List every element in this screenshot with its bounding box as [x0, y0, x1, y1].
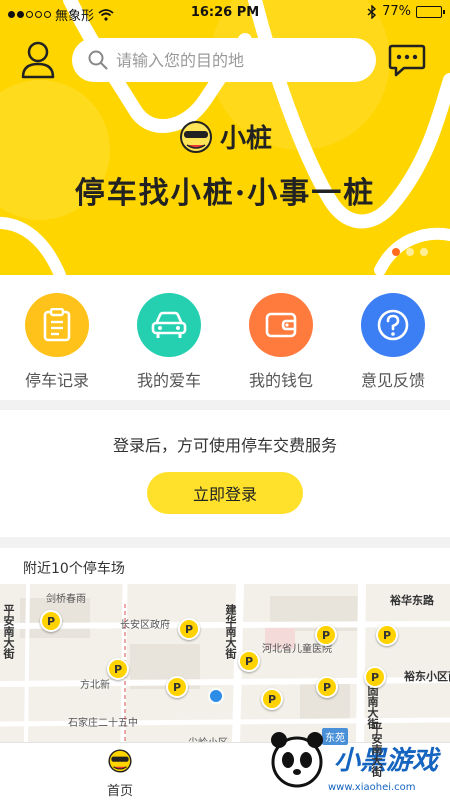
map-label: 裕东小区西: [404, 670, 450, 683]
wallet-icon: [249, 293, 313, 357]
banner-pager: [392, 248, 428, 256]
user-icon[interactable]: [20, 40, 56, 80]
menu-item-label: 停车记录: [24, 371, 89, 390]
parking-pin[interactable]: P: [238, 650, 260, 672]
pager-dot[interactable]: [392, 248, 400, 256]
search-bar[interactable]: [72, 38, 376, 82]
bluetooth-icon: [367, 4, 377, 19]
login-button[interactable]: 立即登录: [147, 472, 303, 514]
map-label: 建华南大街: [224, 604, 237, 659]
map-label: 剑桥春雨: [46, 594, 86, 605]
home-mascot-icon: [108, 749, 132, 773]
map-label: 石家庄二十五中: [68, 718, 138, 729]
pager-dot[interactable]: [420, 248, 428, 256]
parking-pin[interactable]: P: [315, 624, 337, 646]
map-label: 方北新: [80, 680, 110, 691]
car-icon: [137, 293, 201, 357]
parking-pin[interactable]: P: [261, 688, 283, 710]
brand-logo: 小桩: [178, 118, 272, 155]
banner-slogan: 停车找小桩·小事一桩: [74, 176, 376, 211]
menu-item-label: 我的钱包: [248, 371, 313, 390]
menu-item-label: 意见反馈: [360, 371, 425, 390]
login-message: 登录后，方可使用停车交费服务: [112, 436, 337, 455]
hero-banner[interactable]: 無象形 16:26 PM 77% 请输入您的目的地 小桩 停车找小桩·小事一桩: [0, 0, 450, 275]
menu-item-feedback[interactable]: 意见反馈: [337, 293, 449, 391]
parking-pin[interactable]: P: [364, 666, 386, 688]
parking-pin[interactable]: P: [40, 610, 62, 632]
nearby-parking: 附近10个停车场 剑桥春雨 长安区政府 方北新 石家庄二十五中 尖岭小区 建华南…: [0, 548, 450, 748]
parking-pin[interactable]: P: [376, 624, 398, 646]
current-location-marker: [208, 688, 224, 704]
watermark-brand: 小黑游戏: [334, 746, 439, 776]
parking-pin[interactable]: P: [107, 658, 129, 680]
parking-pin[interactable]: P: [178, 618, 200, 640]
search-input[interactable]: [116, 50, 356, 70]
login-panel: 登录后，方可使用停车交费服务 立即登录: [0, 410, 450, 537]
battery-percent: 77%: [382, 4, 411, 19]
question-icon: [361, 293, 425, 357]
parking-pin[interactable]: P: [316, 676, 338, 698]
quick-menu: 停车记录 我的爱车 我的钱包 意见反馈: [0, 275, 450, 400]
map-label: 长安区政府: [120, 620, 170, 631]
map-label: 平安南大街: [2, 604, 15, 659]
map-label: 裕华东路: [390, 594, 434, 607]
menu-item-my-car[interactable]: 我的爱车: [113, 293, 225, 391]
map-label: 平安南大街: [370, 722, 383, 777]
parking-map[interactable]: 剑桥春雨 长安区政府 方北新 石家庄二十五中 尖岭小区 建华南大街 河北省儿童医…: [0, 584, 450, 744]
nearby-title: 附近10个停车场: [23, 561, 125, 577]
menu-item-parking-record[interactable]: 停车记录: [1, 293, 113, 391]
message-icon[interactable]: [388, 42, 426, 78]
parking-pin[interactable]: P: [166, 676, 188, 698]
tab-home[interactable]: 首页: [95, 748, 145, 799]
clipboard-icon: [25, 293, 89, 357]
watermark-url: www.xiaohei.com: [328, 782, 416, 793]
status-bar: 無象形 16:26 PM 77%: [0, 0, 450, 24]
brand-name: 小桩: [220, 124, 273, 154]
menu-item-label: 我的爱车: [136, 371, 201, 390]
pager-dot[interactable]: [406, 248, 414, 256]
mascot-icon: [180, 120, 212, 153]
tab-home-label: 首页: [106, 784, 133, 799]
battery-icon: [416, 5, 445, 18]
search-icon: [88, 50, 108, 70]
menu-item-wallet[interactable]: 我的钱包: [225, 293, 337, 391]
